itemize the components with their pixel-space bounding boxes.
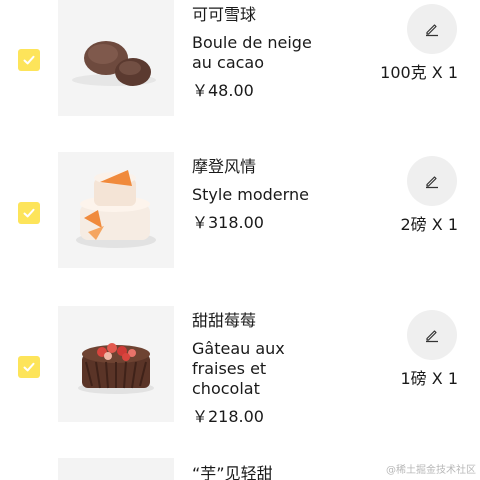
pencil-icon: [426, 330, 438, 343]
pencil-icon: [426, 176, 438, 189]
product-name-cn: 甜甜莓莓: [192, 311, 257, 330]
watermark: @稀土掘金技术社区: [386, 465, 476, 476]
product-image[interactable]: [58, 458, 174, 480]
edit-button[interactable]: [407, 4, 457, 54]
product-name-fr: Gâteau aux fraises et chocolat: [192, 339, 285, 398]
chocolate-strawberry-cake-photo: [58, 306, 174, 422]
cart-item: 可可雪球 Boule de neige au cacao ￥48.00 100克…: [0, 0, 480, 152]
product-price: ￥318.00: [192, 213, 264, 232]
cart-item: 甜甜莓莓 Gâteau aux fraises et chocolat ￥218…: [0, 306, 480, 456]
product-price: ￥48.00: [192, 81, 254, 100]
product-image[interactable]: [58, 306, 174, 422]
cart-item: 摩登风情 Style moderne ￥318.00 2磅 X 1: [0, 152, 480, 304]
product-price: ￥218.00: [192, 407, 264, 426]
product-name-fr: Style moderne: [192, 185, 309, 204]
quantity-label: 1磅 X 1: [400, 369, 459, 388]
edit-button[interactable]: [407, 156, 457, 206]
product-name-fr: Boule de neige au cacao: [192, 33, 312, 72]
product-image[interactable]: [58, 0, 174, 116]
cocoa-snowball-photo: [58, 0, 174, 116]
check-icon: [23, 362, 35, 372]
select-checkbox[interactable]: [18, 356, 40, 378]
product-image[interactable]: [58, 152, 174, 268]
pencil-icon: [426, 24, 438, 37]
quantity-label: 100克 X 1: [380, 63, 458, 82]
select-checkbox[interactable]: [18, 202, 40, 224]
quantity-label: 2磅 X 1: [400, 215, 459, 234]
product-name-cn: 可可雪球: [192, 5, 257, 24]
check-icon: [23, 55, 35, 65]
orange-layer-cake-photo: [58, 152, 174, 268]
select-checkbox[interactable]: [18, 49, 40, 71]
edit-button[interactable]: [407, 310, 457, 360]
product-name-cn: “芋”见轻甜: [192, 464, 273, 480]
product-name-cn: 摩登风情: [192, 157, 257, 176]
check-icon: [23, 208, 35, 218]
